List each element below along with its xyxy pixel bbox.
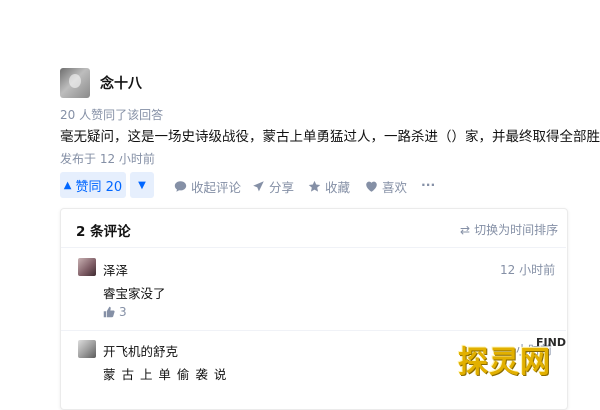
comment-author[interactable]: 开飞机的舒克 — [103, 341, 178, 360]
star-icon — [308, 180, 321, 192]
share-icon — [253, 181, 264, 192]
comments-count: 2 条评论 — [76, 224, 131, 240]
comment-divider — [61, 330, 566, 331]
comment-icon — [174, 181, 187, 192]
comment-avatar[interactable] — [78, 258, 96, 276]
comment-like-count: 3 — [119, 305, 127, 319]
share-label: 分享 — [269, 180, 295, 195]
author-name[interactable]: 念十八 — [100, 73, 142, 93]
thumb-up-icon — [103, 306, 115, 318]
collapse-comments-button[interactable]: 收起评论 — [174, 177, 241, 196]
switch-icon: ⇄ — [460, 222, 471, 237]
caret-down-icon: ▼ — [138, 179, 146, 191]
like-button[interactable]: 喜欢 — [365, 177, 407, 196]
caret-up-icon: ▲ — [63, 179, 72, 191]
vote-down-button[interactable]: ▼ — [130, 172, 154, 198]
like-label: 喜欢 — [382, 180, 408, 195]
sort-toggle-label: 切换为时间排序 — [474, 223, 559, 237]
more-icon: ··· — [421, 177, 436, 192]
heart-icon — [366, 181, 377, 192]
favorite-button[interactable]: 收藏 — [308, 177, 350, 196]
vote-up-label: 赞同 20 — [75, 179, 123, 195]
site-watermark-find: FIND — [536, 336, 566, 349]
vote-up-button[interactable]: ▲ 赞同 20 — [60, 172, 126, 198]
collapse-comments-label: 收起评论 — [191, 180, 242, 195]
comment-text: 蒙 古 上 单 偷 袭 说 — [103, 367, 228, 382]
comment-avatar[interactable] — [78, 340, 96, 358]
comments-header-divider — [61, 247, 566, 248]
more-button[interactable]: ··· — [421, 177, 435, 192]
publish-time: 发布于 12 小时前 — [60, 152, 155, 166]
comment-author[interactable]: 泽泽 — [103, 260, 128, 279]
share-button[interactable]: 分享 — [252, 177, 294, 196]
answer-content: 毫无疑问，这是一场史诗级战役，蒙古上单勇猛过人，一路杀进（）家，并最终取得全部胜… — [60, 129, 600, 145]
comment-like-button[interactable]: 3 — [103, 305, 127, 319]
comment-time: 12 小时前 — [500, 263, 556, 277]
favorite-label: 收藏 — [325, 180, 351, 195]
voters-count[interactable]: 20 人赞同了该回答 — [60, 106, 163, 123]
comment-text: 睿宝家没了 — [103, 286, 166, 301]
sort-toggle-button[interactable]: ⇄ 切换为时间排序 — [460, 221, 558, 238]
author-avatar[interactable] — [60, 68, 90, 98]
